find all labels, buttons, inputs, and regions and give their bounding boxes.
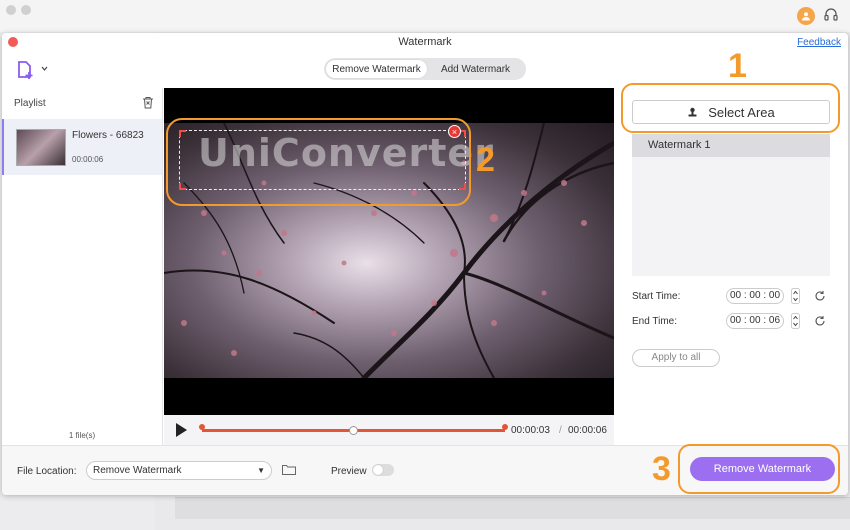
add-file-icon[interactable] <box>16 59 50 81</box>
video-thumbnail <box>16 129 66 166</box>
annotation-number-1: 1 <box>728 47 747 85</box>
headset-support-icon[interactable] <box>823 7 839 23</box>
file-location-label: File Location: <box>17 466 77 477</box>
watermark-dialog: Watermark Feedback Remove Watermark Add … <box>2 33 848 495</box>
start-time-input[interactable]: 00 : 00 : 00 <box>726 288 784 304</box>
annotation-number-2: 2 <box>476 141 495 179</box>
start-time-label: Start Time: <box>632 291 681 302</box>
watermark-text: UniConverter <box>198 131 494 175</box>
timeline-start-marker[interactable] <box>199 424 205 430</box>
selection-handle-bottom-left[interactable] <box>179 183 186 190</box>
file-location-select[interactable]: Remove Watermark ▼ <box>86 461 272 480</box>
select-area-button[interactable]: Select Area <box>632 100 830 124</box>
window-minimize-dot-inactive <box>21 5 31 15</box>
time-separator: / <box>559 425 562 436</box>
remove-watermark-button[interactable]: Remove Watermark <box>690 457 835 481</box>
dialog-title: Watermark <box>398 36 452 48</box>
tab-remove-watermark[interactable]: Remove Watermark <box>326 60 427 78</box>
playlist-item-name: Flowers - 66823 <box>72 130 144 141</box>
select-area-label: Select Area <box>708 104 775 120</box>
stamp-icon <box>688 107 697 116</box>
watermark-list: Watermark 1 <box>632 134 830 276</box>
total-time: 00:00:06 <box>568 425 607 436</box>
remove-selection-icon[interactable]: × <box>448 125 461 138</box>
reset-start-icon[interactable] <box>814 290 826 302</box>
background-toolbar <box>0 0 850 32</box>
background-statusbar <box>175 497 850 519</box>
playlist-panel: Playlist Flowers - 66823 00:00:06 1 file… <box>2 88 163 445</box>
file-location-value: Remove Watermark <box>93 465 182 476</box>
user-account-icon[interactable] <box>797 7 815 25</box>
play-icon[interactable] <box>176 423 187 437</box>
annotation-number-3: 3 <box>652 450 671 488</box>
playhead[interactable] <box>349 426 358 435</box>
watermark-list-item[interactable]: Watermark 1 <box>632 134 830 157</box>
video-frame: UniConverter <box>164 123 614 378</box>
window-close-dot-inactive <box>6 5 16 15</box>
playlist-item-duration: 00:00:06 <box>72 155 104 164</box>
trash-icon[interactable] <box>142 96 154 109</box>
end-time-label: End Time: <box>632 316 678 327</box>
folder-icon[interactable] <box>282 464 296 475</box>
chevron-down-icon: ▼ <box>257 466 265 475</box>
current-time: 00:00:03 <box>511 425 550 436</box>
preview-label: Preview <box>331 466 367 477</box>
mode-switch: Remove Watermark Add Watermark <box>324 58 526 80</box>
end-time-input[interactable]: 00 : 00 : 06 <box>726 313 784 329</box>
reset-end-icon[interactable] <box>814 315 826 327</box>
start-time-stepper[interactable] <box>791 288 800 304</box>
tab-add-watermark[interactable]: Add Watermark <box>427 60 524 78</box>
selection-handle-bottom-right[interactable] <box>459 183 466 190</box>
toggle-knob <box>373 465 383 475</box>
selection-handle-top-left[interactable] <box>179 130 186 137</box>
feedback-link[interactable]: Feedback <box>797 37 841 48</box>
file-count: 1 file(s) <box>68 431 96 440</box>
end-time-stepper[interactable] <box>791 313 800 329</box>
playlist-item[interactable]: Flowers - 66823 00:00:06 <box>2 119 162 175</box>
video-preview: UniConverter <box>164 88 614 445</box>
timeline-end-marker[interactable] <box>502 424 508 430</box>
playback-controls: 00:00:03 / 00:00:06 <box>164 415 614 445</box>
preview-toggle[interactable] <box>372 464 394 476</box>
playlist-title: Playlist <box>14 98 46 109</box>
apply-to-all-button[interactable]: Apply to all <box>632 349 720 367</box>
